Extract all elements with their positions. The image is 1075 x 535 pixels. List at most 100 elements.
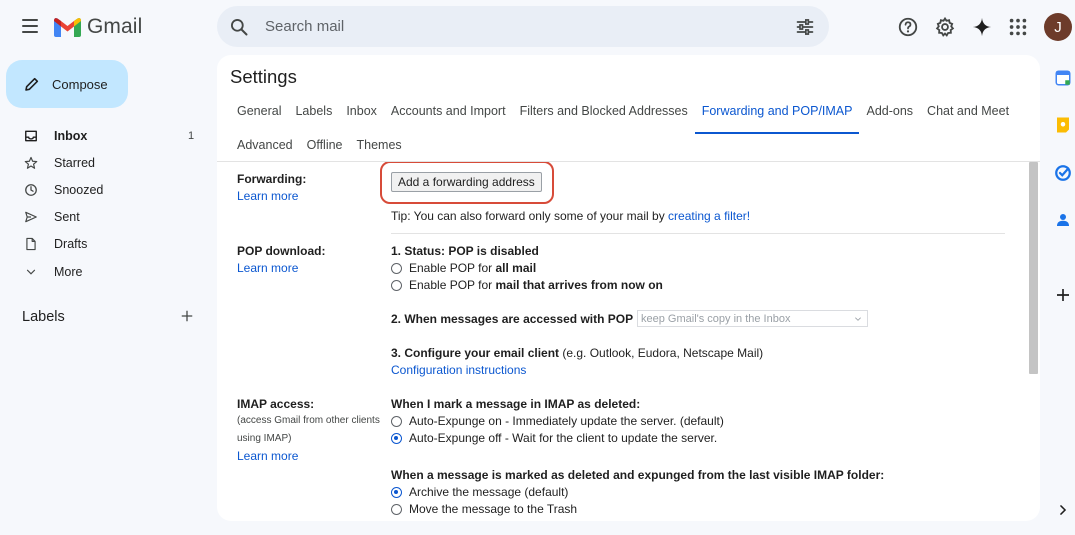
main-menu-button[interactable] bbox=[22, 19, 38, 33]
tab-accounts-and-import[interactable]: Accounts and Import bbox=[384, 96, 513, 126]
imap-learn-more-link[interactable]: Learn more bbox=[237, 449, 298, 463]
option-bold-text: all mail bbox=[495, 261, 537, 275]
auto-expunge-on-label: Auto-Expunge on - Immediately update the… bbox=[409, 414, 724, 428]
sidebar-item-sent[interactable]: Sent bbox=[0, 204, 210, 231]
account-avatar[interactable]: J bbox=[1044, 13, 1072, 41]
calendar-icon[interactable] bbox=[1054, 69, 1072, 87]
labels-heading: Labels bbox=[22, 309, 65, 325]
configure-client-heading: 3. Configure your email client (e.g. Out… bbox=[391, 346, 763, 360]
draft-icon bbox=[26, 238, 36, 251]
imap-note-line-2: using IMAP) bbox=[237, 433, 292, 444]
option-bold-text: mail that arrives from now on bbox=[495, 278, 663, 292]
tab-chat-and-meet[interactable]: Chat and Meet bbox=[920, 96, 1016, 126]
tasks-icon[interactable] bbox=[1054, 164, 1072, 182]
imap-expunged-heading: When a message is marked as deleted and … bbox=[391, 468, 885, 482]
tab-add-ons[interactable]: Add-ons bbox=[859, 96, 920, 126]
settings-panel: Settings General Labels Inbox Accounts a… bbox=[217, 55, 1040, 521]
forwarding-learn-more-link[interactable]: Learn more bbox=[237, 189, 298, 203]
imap-deleted-heading: When I mark a message in IMAP as deleted… bbox=[391, 397, 641, 411]
send-icon bbox=[25, 211, 37, 223]
tab-labels[interactable]: Labels bbox=[288, 96, 339, 126]
option-text: Enable POP for bbox=[409, 278, 496, 292]
auto-expunge-off-label: Auto-Expunge off - Wait for the client t… bbox=[409, 431, 718, 445]
sidebar-item-label: More bbox=[54, 264, 83, 279]
enable-pop-from-now-radio[interactable] bbox=[391, 280, 402, 291]
gmail-logo[interactable]: Gmail bbox=[54, 15, 142, 39]
auto-expunge-on-radio[interactable] bbox=[391, 416, 402, 427]
pencil-icon bbox=[25, 77, 39, 91]
section-divider bbox=[391, 233, 1005, 234]
dropdown-caret-icon bbox=[855, 317, 861, 321]
star-icon bbox=[24, 156, 38, 169]
move-to-trash-label: Move the message to the Trash bbox=[409, 502, 578, 516]
pop-access-heading: 2. When messages are accessed with POP bbox=[391, 312, 634, 326]
sidebar-item-starred[interactable]: Starred bbox=[0, 149, 210, 176]
tab-themes[interactable]: Themes bbox=[350, 130, 409, 160]
settings-content: Forwarding: Learn more Add a forwarding … bbox=[217, 162, 1027, 521]
settings-scrollbar[interactable] bbox=[1029, 162, 1038, 374]
sidebar-item-snoozed[interactable]: Snoozed bbox=[0, 176, 210, 203]
inbox-icon bbox=[25, 130, 37, 141]
pop-action-select[interactable]: keep Gmail's copy in the Inbox bbox=[637, 310, 868, 327]
contacts-icon[interactable] bbox=[1054, 211, 1072, 229]
forwarding-tip: Tip: You can also forward only some of y… bbox=[391, 209, 750, 223]
archive-message-label: Archive the message (default) bbox=[409, 485, 569, 499]
tab-forwarding-and-pop-imap[interactable]: Forwarding and POP/IMAP bbox=[694, 96, 860, 134]
gmail-m-icon bbox=[54, 18, 81, 37]
chevron-down-icon bbox=[26, 269, 36, 275]
enable-pop-from-now-label: Enable POP for mail that arrives from no… bbox=[409, 278, 663, 292]
help-icon[interactable] bbox=[897, 16, 919, 38]
configure-rest-text: (e.g. Outlook, Eudora, Netscape Mail) bbox=[559, 346, 764, 360]
configure-bold-text: 3. Configure your email client bbox=[391, 346, 560, 360]
settings-tabs-row-1: General Labels Inbox Accounts and Import… bbox=[230, 96, 1016, 134]
tab-offline[interactable]: Offline bbox=[300, 130, 350, 160]
forwarding-label: Forwarding: bbox=[237, 172, 307, 186]
compose-label: Compose bbox=[52, 76, 108, 92]
sidebar-item-label: Drafts bbox=[54, 237, 88, 252]
search-icon[interactable] bbox=[229, 17, 249, 37]
sidebar-item-inbox[interactable]: Inbox 1 bbox=[0, 122, 210, 149]
enable-pop-all-mail-radio[interactable] bbox=[391, 263, 402, 274]
pop-action-selected-value: keep Gmail's copy in the Inbox bbox=[641, 312, 791, 325]
pop-learn-more-link[interactable]: Learn more bbox=[237, 261, 298, 275]
sidebar-item-drafts[interactable]: Drafts bbox=[0, 231, 210, 258]
move-to-trash-radio[interactable] bbox=[391, 504, 402, 515]
search-input[interactable] bbox=[265, 18, 765, 35]
settings-tabs-row-2: Advanced Offline Themes bbox=[230, 130, 409, 160]
keep-icon[interactable] bbox=[1054, 116, 1072, 134]
tab-filters-and-blocked-addresses[interactable]: Filters and Blocked Addresses bbox=[513, 96, 695, 126]
compose-button[interactable]: Compose bbox=[6, 60, 128, 108]
pop-download-label: POP download: bbox=[237, 244, 326, 258]
unread-count: 1 bbox=[188, 129, 195, 142]
option-text: Enable POP for bbox=[409, 261, 496, 275]
enable-pop-all-mail-label: Enable POP for all mail bbox=[409, 261, 536, 275]
archive-message-radio[interactable] bbox=[391, 487, 402, 498]
clock-icon bbox=[25, 184, 37, 196]
search-bar[interactable] bbox=[217, 6, 829, 47]
imap-note-line-1: (access Gmail from other clients bbox=[237, 415, 380, 426]
sidebar-item-label: Sent bbox=[54, 210, 80, 225]
sidebar-item-label: Snoozed bbox=[54, 182, 104, 197]
tab-advanced[interactable]: Advanced bbox=[230, 130, 300, 160]
tab-inbox[interactable]: Inbox bbox=[339, 96, 384, 126]
creating-filter-link[interactable]: creating a filter! bbox=[668, 209, 750, 223]
tab-general[interactable]: General bbox=[230, 96, 288, 126]
gmail-wordmark: Gmail bbox=[87, 15, 143, 38]
sidebar-item-label: Inbox bbox=[54, 128, 88, 143]
settings-gear-icon[interactable] bbox=[934, 16, 956, 38]
add-forwarding-address-button[interactable]: Add a forwarding address bbox=[391, 172, 542, 192]
add-label-plus-icon[interactable] bbox=[180, 309, 194, 323]
gemini-sparkle-icon[interactable] bbox=[971, 16, 993, 38]
imap-access-label: IMAP access: bbox=[237, 397, 315, 411]
sidebar-item-more[interactable]: More bbox=[0, 258, 210, 285]
chevron-right-icon[interactable] bbox=[1056, 503, 1070, 517]
sidebar-nav: Inbox 1 Starred Snoozed Sent Drafts More bbox=[0, 122, 210, 285]
get-addons-plus-icon[interactable] bbox=[1054, 286, 1072, 304]
pop-status: 1. Status: POP is disabled bbox=[391, 244, 539, 258]
configuration-instructions-link[interactable]: Configuration instructions bbox=[391, 363, 526, 377]
forwarding-tip-text: Tip: You can also forward only some of y… bbox=[391, 209, 669, 223]
page-title: Settings bbox=[230, 66, 297, 87]
search-options-icon[interactable] bbox=[795, 17, 815, 37]
auto-expunge-off-radio[interactable] bbox=[391, 433, 402, 444]
apps-grid-icon[interactable] bbox=[1007, 16, 1029, 38]
